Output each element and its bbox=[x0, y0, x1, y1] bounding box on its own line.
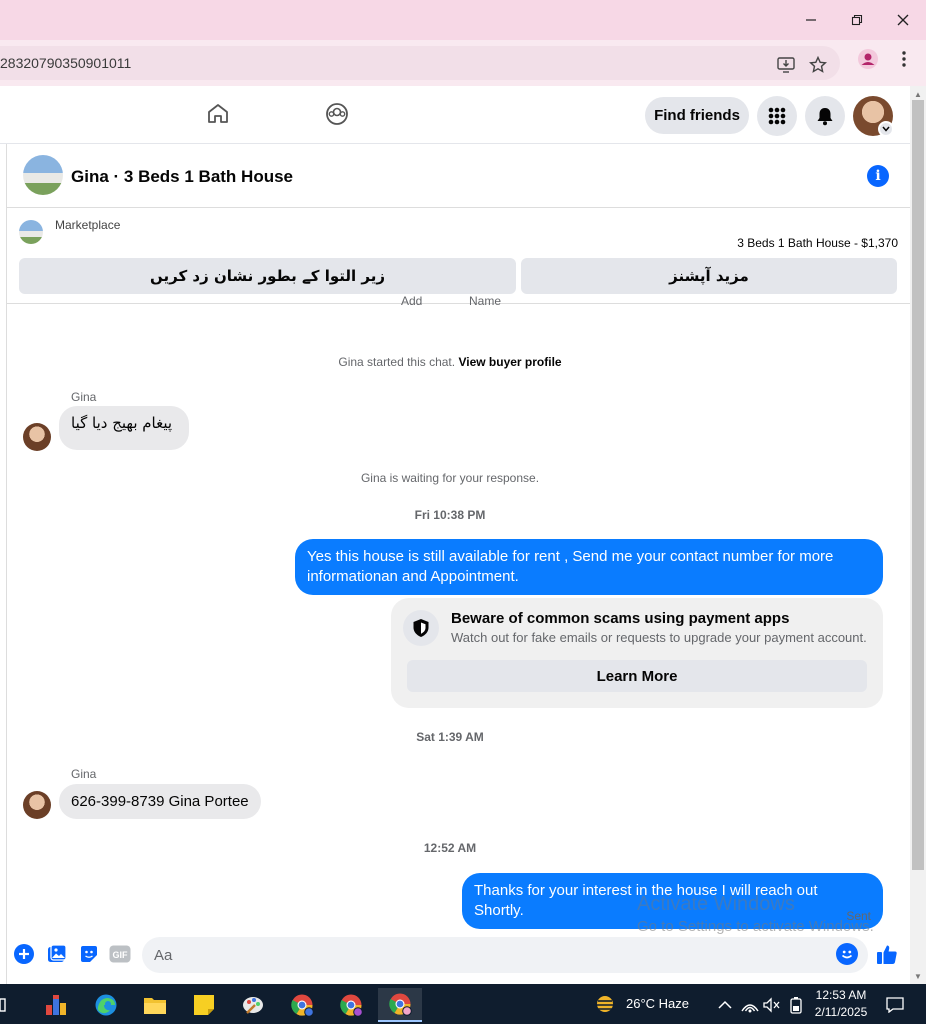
mark-pending-button[interactable]: زیر التوا کے بطور نشان زد کریں bbox=[19, 258, 516, 294]
incoming-message[interactable]: 626-399-8739 Gina Portee bbox=[59, 784, 261, 819]
browser-profile-icon[interactable] bbox=[858, 49, 878, 69]
info-icon[interactable]: i bbox=[867, 165, 889, 187]
clock-time[interactable]: 12:53 AM bbox=[808, 988, 874, 1002]
activate-windows-watermark: Activate Windows bbox=[637, 893, 795, 915]
sticky-notes-icon[interactable] bbox=[184, 988, 224, 1022]
chevron-up-icon[interactable] bbox=[712, 988, 738, 1022]
listing-title-price[interactable]: 3 Beds 1 Bath House - $1,370 bbox=[737, 236, 898, 250]
photo-icon[interactable] bbox=[46, 943, 68, 965]
sender-name: Gina bbox=[71, 390, 97, 404]
listing-photo[interactable] bbox=[23, 155, 63, 195]
weather-haze-icon[interactable] bbox=[590, 988, 620, 1022]
find-friends-button[interactable]: Find friends bbox=[645, 97, 749, 134]
browser-address-bar: 28320790350901011 bbox=[0, 40, 926, 86]
browser-menu-icon[interactable] bbox=[894, 49, 914, 69]
listing-thumbnail[interactable] bbox=[19, 220, 43, 244]
incoming-message[interactable]: پیغام بھیج دیا گیا bbox=[59, 406, 189, 450]
marketplace-label: Marketplace bbox=[55, 218, 121, 232]
outgoing-message[interactable]: Yes this house is still available for re… bbox=[295, 539, 883, 595]
paint-icon[interactable] bbox=[233, 988, 273, 1022]
friends-icon[interactable] bbox=[323, 100, 351, 128]
gif-label: GIF bbox=[113, 950, 129, 960]
url-field[interactable]: 28320790350901011 bbox=[0, 46, 840, 80]
gina-avatar[interactable] bbox=[23, 791, 51, 819]
chrome-icon[interactable] bbox=[282, 988, 322, 1022]
more-options-button[interactable]: مزید آپشنز bbox=[521, 258, 897, 294]
shield-icon bbox=[403, 610, 439, 646]
waiting-notice: Gina is waiting for your response. bbox=[360, 471, 540, 485]
bookmark-star-icon[interactable] bbox=[808, 55, 828, 75]
url-text: 28320790350901011 bbox=[0, 55, 132, 71]
install-app-icon[interactable] bbox=[776, 55, 796, 75]
battery-icon[interactable] bbox=[784, 988, 808, 1022]
minimize-button[interactable] bbox=[797, 8, 825, 32]
notification-center-icon[interactable] bbox=[880, 988, 910, 1022]
gif-icon[interactable]: GIF bbox=[109, 943, 131, 965]
facebook-top-nav: Find friends bbox=[0, 86, 910, 144]
home-icon[interactable] bbox=[204, 100, 232, 128]
marketplace-listing-strip: Marketplace 3 Beds 1 Bath House - $1,370… bbox=[7, 208, 910, 304]
add-attachment-icon[interactable] bbox=[13, 943, 35, 965]
restore-button[interactable] bbox=[843, 8, 871, 32]
scrollbar-thumb[interactable] bbox=[912, 100, 924, 870]
windows-taskbar: 26°C Haze 12:53 AM 2/11/2025 bbox=[0, 984, 926, 1024]
browser-title-bar bbox=[0, 0, 926, 40]
thumbs-up-icon[interactable] bbox=[876, 943, 898, 965]
activate-windows-hint: Go to Settings to activate Windows. bbox=[637, 918, 874, 935]
chevron-down-icon[interactable] bbox=[878, 121, 894, 137]
sticker-icon[interactable] bbox=[78, 943, 100, 965]
scroll-up-arrow[interactable]: ▲ bbox=[912, 88, 924, 100]
scam-warning-subtitle: Watch out for fake emails or requests to… bbox=[451, 630, 867, 645]
gina-avatar[interactable] bbox=[23, 423, 51, 451]
learn-more-button[interactable]: Learn More bbox=[407, 660, 867, 692]
clock-date[interactable]: 2/11/2025 bbox=[808, 1005, 874, 1019]
menu-grid-icon[interactable] bbox=[757, 96, 797, 136]
chat-title[interactable]: Gina · 3 Beds 1 Bath House bbox=[71, 167, 293, 187]
app-icon-blocks[interactable] bbox=[36, 988, 76, 1022]
message-input[interactable] bbox=[142, 937, 868, 973]
scroll-down-arrow[interactable]: ▼ bbox=[912, 970, 924, 982]
scam-warning-title: Beware of common scams using payment app… bbox=[451, 610, 790, 627]
notifications-bell-icon[interactable] bbox=[805, 96, 845, 136]
close-window-button[interactable] bbox=[889, 8, 917, 32]
weather-text[interactable]: 26°C Haze bbox=[626, 996, 689, 1011]
chrome-active-icon[interactable] bbox=[378, 988, 422, 1022]
sender-name: Gina bbox=[71, 767, 97, 781]
timestamp: Sat 1:39 AM bbox=[416, 730, 484, 744]
timestamp: Fri 10:38 PM bbox=[414, 508, 486, 522]
timestamp: 12:52 AM bbox=[423, 841, 477, 855]
wifi-icon[interactable] bbox=[738, 988, 762, 1022]
speaker-muted-icon[interactable] bbox=[760, 988, 784, 1022]
task-view-icon[interactable] bbox=[0, 988, 14, 1022]
chrome-profile-icon[interactable] bbox=[331, 988, 371, 1022]
partial-add-label: Add bbox=[401, 294, 423, 308]
partial-name-label: Name bbox=[469, 294, 502, 308]
chat-started-notice: Gina started this chat. View buyer profi… bbox=[7, 355, 893, 369]
marketplace-chat-panel: Gina · 3 Beds 1 Bath House i Marketplace… bbox=[6, 144, 910, 984]
scam-warning-card: Beware of common scams using payment app… bbox=[391, 598, 883, 708]
chat-started-text: Gina started this chat. bbox=[338, 355, 456, 369]
file-explorer-icon[interactable] bbox=[135, 988, 175, 1022]
edge-browser-icon[interactable] bbox=[86, 988, 126, 1022]
emoji-icon[interactable] bbox=[836, 943, 858, 965]
view-buyer-profile-link[interactable]: View buyer profile bbox=[458, 355, 561, 369]
chat-header: Gina · 3 Beds 1 Bath House i bbox=[7, 144, 910, 208]
